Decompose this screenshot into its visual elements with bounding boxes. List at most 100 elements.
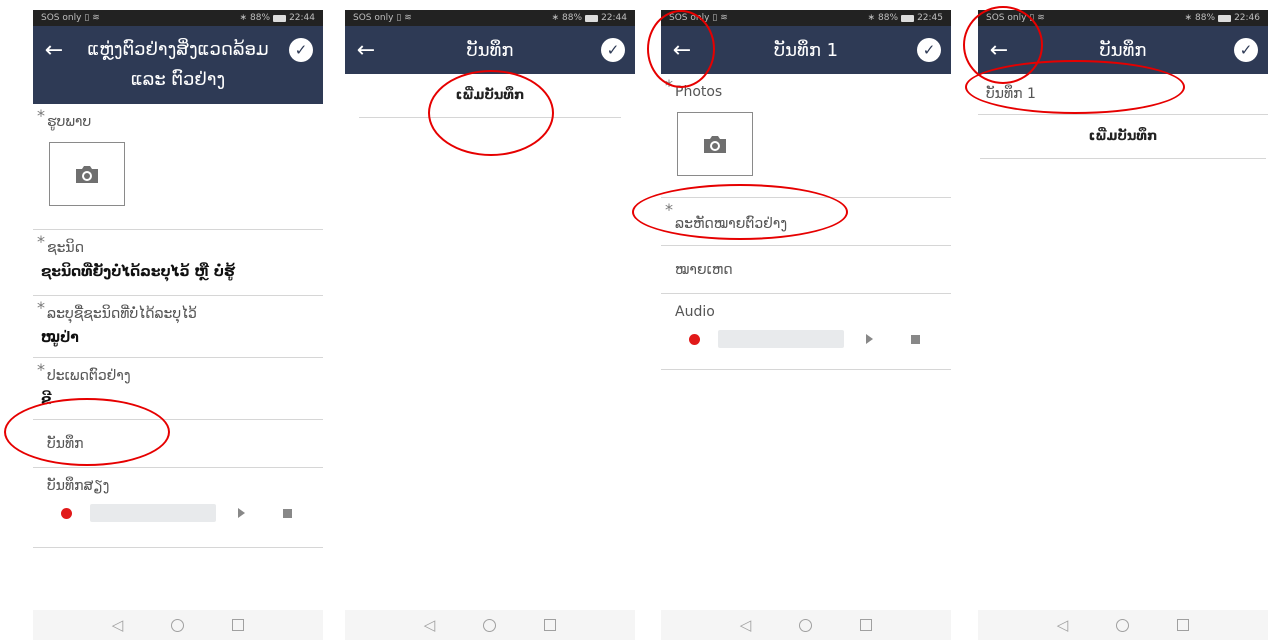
status-bar: SOS only ▯ ≋ ∗ 88% 22:44 [33, 10, 323, 26]
remark-label: ໝາຍເຫດ [675, 262, 733, 278]
status-bar: SOS only ▯ ≋ ∗ 88% 22:45 [661, 10, 951, 26]
battery-icon [273, 14, 287, 22]
back-arrow-icon[interactable]: ← [984, 26, 1014, 74]
nav-recents-icon[interactable] [860, 619, 873, 631]
battery-text: 88% [562, 13, 583, 23]
nav-home-icon[interactable] [1116, 618, 1130, 632]
screen-2: SOS only ▯ ≋ ∗ 88% 22:44 ← ບັນທຶກ ✓ ເພີ່ມບັ… [345, 10, 635, 640]
app-bar: ← ບັນທຶກ ✓ [345, 26, 635, 74]
nav-home-icon[interactable] [799, 618, 813, 632]
camera-icon [76, 166, 98, 183]
list-item[interactable]: ບັນທຶກ 1 [978, 74, 1268, 115]
wifi-icon: ▯ ≋ [396, 13, 412, 23]
record-icon[interactable] [689, 333, 700, 345]
screen-4: SOS only ▯ ≋ ∗ 88% 22:46 ← ບັນທຶກ ✓ ບັນທຶກ … [978, 10, 1268, 640]
check-icon[interactable]: ✓ [289, 38, 313, 62]
page-title: ບັນທຶກ 1 [773, 39, 839, 61]
camera-button[interactable] [677, 112, 753, 176]
nav-back-icon[interactable]: ◁ [112, 616, 124, 634]
clock-text: 22:45 [917, 13, 943, 23]
clock-text: 22:46 [1234, 13, 1260, 23]
species-value: ຊະນິດທີ່ຍັງບໍ່ໄດ້ລະບຸໄວ້ ຫຼື ບໍ່ຮູ້ [41, 264, 235, 280]
page-title: ແຫຼ່ງຕົວຢ່າງສິ່ງແວດລ້ອມ ແລະ ຕົວຢ່າງ [73, 26, 283, 104]
required-marker: * [37, 232, 45, 251]
app-bar: ← ແຫຼ່ງຕົວຢ່າງສິ່ງແວດລ້ອມ ແລະ ຕົວຢ່າງ ✓ [33, 26, 323, 104]
camera-button[interactable] [49, 142, 125, 206]
system-nav-bar: ◁ [33, 610, 323, 640]
battery-text: 88% [878, 13, 899, 23]
species-label: ຊະນິດ [47, 240, 85, 256]
unidentified-value: ໝູປ່າ [41, 330, 79, 346]
back-arrow-icon[interactable]: ← [351, 26, 381, 74]
unidentified-label: ລະບຸຊື່ຊະນິດທີ່ບໍ່ໄດ້ລະບຸໄວ້ [47, 306, 197, 322]
nav-recents-icon[interactable] [1177, 619, 1190, 631]
bluetooth-icon: ∗ [551, 13, 560, 23]
check-icon[interactable]: ✓ [917, 38, 941, 62]
system-nav-bar: ◁ [345, 610, 635, 640]
sample-code-field[interactable]: * ລະຫັດໝາຍຕົວຢ່າງ [661, 198, 951, 246]
nav-home-icon[interactable] [171, 618, 185, 632]
back-arrow-icon[interactable]: ← [39, 26, 69, 74]
stop-icon[interactable] [283, 508, 292, 518]
wifi-icon: ▯ ≋ [712, 13, 728, 23]
required-marker: * [37, 360, 45, 379]
audio-field: ບັນທຶກສຽງ [33, 468, 323, 548]
bluetooth-icon: ∗ [239, 13, 248, 23]
add-entry-button[interactable]: ເພີ່ມບັນທຶກ [359, 74, 621, 118]
photo-label: ຮູບພາບ [47, 114, 92, 130]
carrier-text: SOS only [986, 13, 1027, 23]
carrier-text: SOS only [353, 13, 394, 23]
nav-recents-icon[interactable] [232, 619, 245, 631]
required-marker: * [37, 106, 45, 125]
audio-field: Audio [661, 294, 951, 370]
battery-icon [585, 14, 599, 22]
app-bar: ← ບັນທຶກ ✓ [978, 26, 1268, 74]
wifi-icon: ▯ ≋ [1029, 13, 1045, 23]
page-title: ບັນທຶກ [1099, 39, 1147, 61]
photos-field: * Photos [661, 74, 951, 198]
nav-back-icon[interactable]: ◁ [424, 616, 436, 634]
bluetooth-icon: ∗ [1184, 13, 1193, 23]
nav-back-icon[interactable]: ◁ [1057, 616, 1069, 634]
required-marker: * [37, 298, 45, 317]
camera-icon [704, 136, 726, 153]
clock-text: 22:44 [601, 13, 627, 23]
play-icon[interactable] [866, 334, 873, 344]
photo-field: * ຮູບພາບ [33, 104, 323, 230]
notes-field[interactable]: ບັນທຶກ [33, 420, 323, 468]
add-entry-button[interactable]: ເພີ່ມບັນທຶກ [980, 115, 1266, 159]
check-icon[interactable]: ✓ [601, 38, 625, 62]
nav-home-icon[interactable] [483, 618, 497, 632]
status-bar: SOS only ▯ ≋ ∗ 88% 22:46 [978, 10, 1268, 26]
play-icon[interactable] [238, 508, 245, 518]
species-field[interactable]: * ຊະນິດ ຊະນິດທີ່ຍັງບໍ່ໄດ້ລະບຸໄວ້ ຫຼື ບໍ່… [33, 230, 323, 296]
check-icon[interactable]: ✓ [1234, 38, 1258, 62]
audio-label: ບັນທຶກສຽງ [47, 478, 110, 494]
audio-controls [39, 494, 317, 530]
sample-code-label: ລະຫັດໝາຍຕົວຢ່າງ [675, 216, 788, 232]
battery-icon [1218, 14, 1232, 22]
carrier-text: SOS only [41, 13, 82, 23]
screen-3: SOS only ▯ ≋ ∗ 88% 22:45 ← ບັນທຶກ 1 ✓ * Pho… [661, 10, 951, 640]
back-arrow-icon[interactable]: ← [667, 26, 697, 74]
clock-text: 22:44 [289, 13, 315, 23]
bluetooth-icon: ∗ [867, 13, 876, 23]
audio-label: Audio [675, 304, 715, 320]
sample-type-value: ຂີ [41, 392, 52, 408]
audio-controls [667, 320, 945, 356]
photos-label: Photos [675, 84, 723, 100]
nav-recents-icon[interactable] [544, 619, 557, 631]
battery-text: 88% [250, 13, 271, 23]
remark-field[interactable]: ໝາຍເຫດ [661, 246, 951, 294]
nav-back-icon[interactable]: ◁ [740, 616, 752, 634]
stop-icon[interactable] [911, 334, 920, 344]
unidentified-species-field[interactable]: * ລະບຸຊື່ຊະນິດທີ່ບໍ່ໄດ້ລະບຸໄວ້ ໝູປ່າ [33, 296, 323, 358]
record-icon[interactable] [61, 507, 72, 519]
system-nav-bar: ◁ [978, 610, 1268, 640]
system-nav-bar: ◁ [661, 610, 951, 640]
battery-text: 88% [1195, 13, 1216, 23]
screen-1: SOS only ▯ ≋ ∗ 88% 22:44 ← ແຫຼ່ງຕົວຢ່າງສິ່ງ… [33, 10, 323, 640]
title-line-1: ແຫຼ່ງຕົວຢ່າງສິ່ງແວດລ້ອມ [87, 39, 269, 60]
sample-type-field[interactable]: * ປະເພດຕົວຢ່າງ ຂີ [33, 358, 323, 420]
title-line-2: ແລະ ຕົວຢ່າງ [130, 69, 226, 90]
